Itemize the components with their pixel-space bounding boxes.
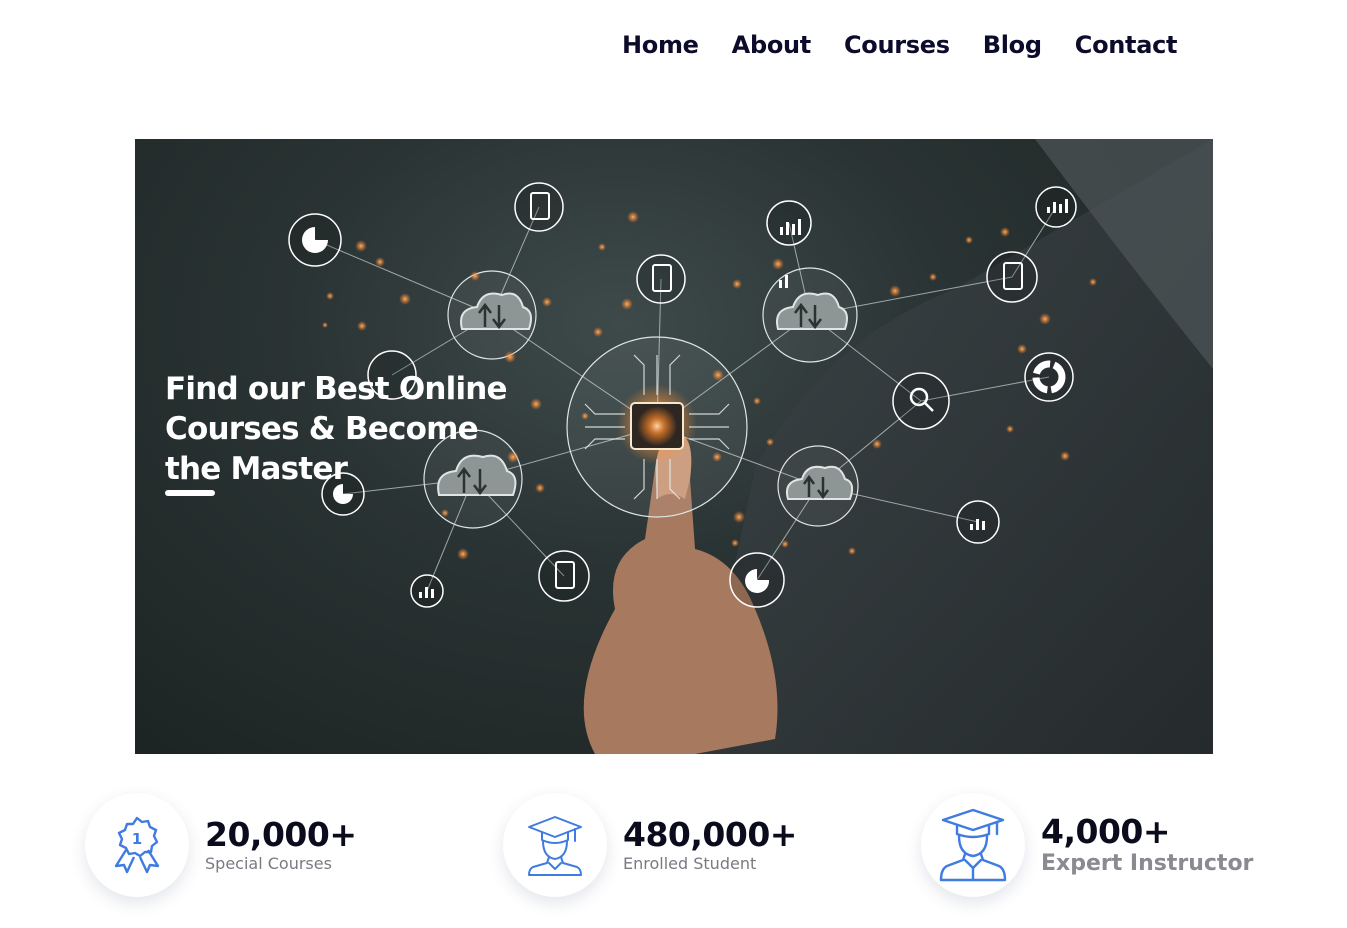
stat-value: 480,000+ — [623, 815, 797, 854]
stat-icon-circle: 1 — [85, 793, 189, 897]
nav-contact[interactable]: Contact — [1075, 28, 1178, 62]
stat-value: 20,000+ — [205, 815, 357, 854]
cloud-sync-icon — [447, 270, 537, 360]
stat-expert-instructor: 4,000+ Expert Instructor — [921, 793, 1253, 897]
main-nav: Home About Courses Blog Contact — [622, 28, 1210, 62]
stat-special-courses: 1 20,000+ Special Courses — [85, 793, 357, 897]
hero-banner: Find our Best Online Courses & Become th… — [135, 139, 1213, 754]
hero-title: Find our Best Online Courses & Become th… — [165, 371, 508, 487]
stat-value: 4,000+ — [1041, 812, 1171, 851]
student-icon — [528, 816, 582, 876]
stat-label: Expert Instructor — [1041, 851, 1254, 876]
svg-text:1: 1 — [132, 830, 142, 848]
stat-enrolled-student: 480,000+ Enrolled Student — [503, 793, 797, 897]
stat-icon-circle — [921, 793, 1025, 897]
award-ribbon-icon: 1 — [114, 816, 160, 874]
stat-label: Enrolled Student — [623, 854, 757, 873]
title-underline — [165, 490, 215, 496]
nav-courses[interactable]: Courses — [844, 28, 950, 62]
graduate-icon — [939, 808, 1007, 882]
nav-about[interactable]: About — [732, 28, 812, 62]
stat-label: Special Courses — [205, 854, 332, 873]
stat-icon-circle — [503, 793, 607, 897]
nav-home[interactable]: Home — [622, 28, 699, 62]
nav-blog[interactable]: Blog — [983, 28, 1042, 62]
